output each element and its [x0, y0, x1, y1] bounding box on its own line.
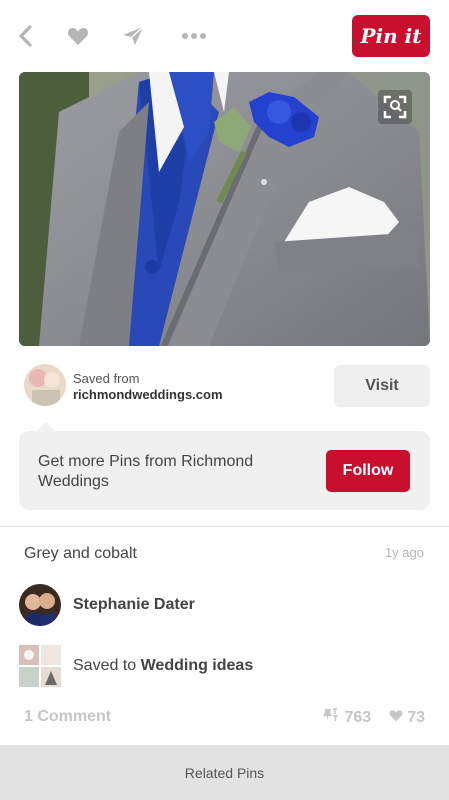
pin-stats: 763 73	[322, 708, 425, 727]
saved-to-prefix: Saved to	[73, 657, 141, 674]
pin-age: 1y ago	[384, 545, 424, 560]
related-pins-tab[interactable]: Related Pins	[0, 745, 449, 800]
board-thumbnail[interactable]	[19, 645, 61, 687]
board-name[interactable]: Wedding ideas	[141, 657, 254, 674]
source-avatar	[24, 364, 66, 406]
pinner-row[interactable]: Stephanie Dater	[19, 584, 439, 626]
pinner-avatar[interactable]	[19, 584, 61, 626]
follow-card-text: Get more Pins from Richmond Weddings	[38, 453, 254, 490]
pin-it-button[interactable]: Pin it	[352, 15, 430, 57]
groom-suit-photo	[19, 72, 430, 346]
repin-icon	[322, 708, 339, 727]
repin-count: 763	[344, 708, 372, 726]
source-row: Saved from richmondweddings.com Visit	[0, 362, 449, 412]
comments-link[interactable]: 1 Comment	[24, 708, 111, 726]
follow-card: Get more Pins from Richmond Weddings Fol…	[19, 422, 430, 510]
top-bar: Pin it	[0, 0, 449, 72]
divider	[0, 526, 449, 527]
saved-from-label: Saved from	[73, 371, 140, 386]
saved-to-text[interactable]: Saved to Wedding ideas	[73, 657, 253, 675]
source-domain-link[interactable]: richmondweddings.com	[73, 387, 223, 402]
more-icon[interactable]	[180, 24, 208, 48]
heart-icon[interactable]	[66, 24, 90, 48]
back-icon[interactable]	[14, 24, 38, 48]
expand-icon[interactable]	[378, 90, 412, 124]
like-count: 73	[407, 708, 425, 726]
send-icon[interactable]	[121, 24, 145, 48]
pin-image[interactable]	[19, 72, 430, 346]
visit-button[interactable]: Visit	[334, 365, 430, 407]
board-row[interactable]: Saved to Wedding ideas	[19, 645, 439, 687]
like-count-icon	[389, 709, 403, 727]
pinner-name[interactable]: Stephanie Dater	[73, 596, 195, 614]
pin-description: Grey and cobalt	[24, 545, 137, 562]
follow-button[interactable]: Follow	[326, 450, 410, 492]
